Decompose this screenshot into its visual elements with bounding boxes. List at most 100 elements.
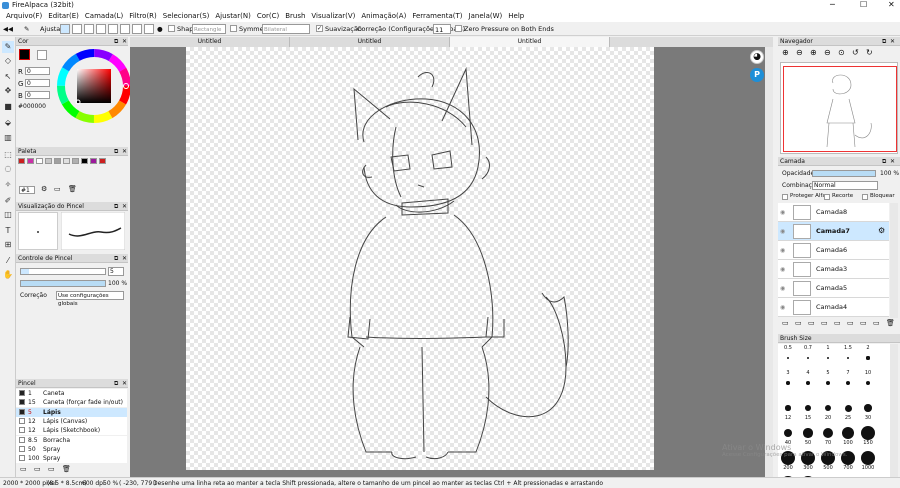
panel-close-icon[interactable]: ✕: [122, 254, 127, 263]
layer-folder-icon[interactable]: ▭: [821, 319, 828, 327]
zoom-fit-icon[interactable]: ⊕: [810, 48, 817, 57]
red-value-input[interactable]: 0: [25, 67, 50, 75]
palette-swatch[interactable]: [45, 158, 52, 164]
panel-close-icon[interactable]: ✕: [122, 147, 127, 156]
menu-item[interactable]: Brush: [285, 11, 305, 22]
panel-close-icon[interactable]: ✕: [122, 37, 127, 46]
layer-row[interactable]: ◉ Camada3: [778, 260, 889, 279]
document-tab[interactable]: Untitled: [130, 37, 290, 47]
close-icon[interactable]: ✕: [888, 0, 895, 9]
panel-close-icon[interactable]: ✕: [122, 379, 127, 388]
blue-value-input[interactable]: 0: [25, 91, 50, 99]
alpaca-icon[interactable]: ◕: [750, 50, 764, 64]
brush-size-slider[interactable]: [20, 268, 106, 275]
duplicate-brush-icon[interactable]: ▭: [34, 465, 41, 473]
brush-list-item[interactable]: 12 Lápis (Canvas): [16, 416, 127, 426]
palette-select[interactable]: #1: [19, 186, 35, 194]
clear-layer-icon[interactable]: ▭: [860, 319, 867, 327]
dock-icon[interactable]: ⧉: [114, 379, 118, 388]
layer-opacity-slider[interactable]: [812, 170, 876, 177]
brush-size-dot[interactable]: [785, 405, 791, 411]
brush-list-item[interactable]: 5 Lápis: [16, 407, 127, 417]
merge-down-icon[interactable]: ▭: [847, 319, 854, 327]
move-tool-icon[interactable]: ↖: [2, 71, 14, 83]
layer-row[interactable]: ◉ Camada8: [778, 203, 889, 222]
minimize-icon[interactable]: ─: [830, 0, 835, 9]
menu-item[interactable]: Animação(A): [361, 11, 406, 22]
zoom-out-icon[interactable]: ⊖: [796, 48, 803, 57]
gradient-tool-icon[interactable]: ▥: [2, 132, 14, 144]
new-1bit-layer-icon[interactable]: ▭: [808, 319, 815, 327]
lock-checkbox[interactable]: [862, 194, 868, 200]
menu-item[interactable]: Help: [508, 11, 524, 22]
brush-size-dot[interactable]: [845, 380, 851, 386]
panel-close-icon[interactable]: ✕: [122, 202, 127, 211]
brush-list-item[interactable]: 50 Spray: [16, 444, 127, 454]
brush-list-item[interactable]: 12 Lápis (Sketchbook): [16, 426, 127, 436]
navigator-preview[interactable]: [780, 62, 898, 154]
document-tab-active[interactable]: Untitled: [450, 37, 610, 47]
blend-mode-select[interactable]: Normal: [812, 181, 878, 190]
dock-icon[interactable]: ⧉: [114, 37, 118, 46]
stroke-mode-7[interactable]: [132, 24, 142, 34]
menu-item[interactable]: Editar(E): [48, 11, 79, 22]
zero-pressure-checkbox[interactable]: [455, 25, 462, 32]
brush-opacity-slider[interactable]: [20, 280, 106, 287]
delete-palette-icon[interactable]: 🗑: [68, 185, 77, 193]
menu-item[interactable]: Janela(W): [469, 11, 503, 22]
brush-correction-select[interactable]: Use configurações globais: [56, 291, 124, 307]
palette-swatch[interactable]: [18, 158, 25, 164]
eyedropper-tool-icon[interactable]: ⁄: [2, 255, 14, 267]
menu-item[interactable]: Selecionar(S): [163, 11, 210, 22]
eraser-tool-icon[interactable]: ◇: [2, 55, 14, 67]
magic-wand-tool-icon[interactable]: ✧: [2, 179, 14, 191]
palette-swatch[interactable]: [63, 158, 70, 164]
layer-row[interactable]: ◉ Camada4: [778, 298, 889, 317]
palette-swatch[interactable]: [81, 158, 88, 164]
zoom-in-icon[interactable]: ⊕: [782, 48, 789, 57]
dock-icon[interactable]: ⧉: [882, 157, 886, 166]
brush-size-dot[interactable]: [824, 404, 832, 412]
layer-row[interactable]: ◉ Camada5: [778, 279, 889, 298]
canvas-vertical-scrollbar[interactable]: [765, 47, 773, 477]
panel-close-icon[interactable]: ✕: [890, 37, 895, 46]
select-tool-icon[interactable]: ⬚: [2, 149, 14, 161]
brush-size-dot[interactable]: [826, 356, 830, 360]
stroke-mode-3[interactable]: [84, 24, 94, 34]
brush-size-dot[interactable]: [822, 427, 834, 439]
palette-swatch[interactable]: [72, 158, 79, 164]
bucket-tool-icon[interactable]: ⬙: [2, 117, 14, 129]
brush-size-dot[interactable]: [806, 381, 810, 385]
rotate-left-icon[interactable]: ↺: [852, 48, 859, 57]
new-layer-icon[interactable]: ▭: [782, 319, 789, 327]
layer-settings-icon[interactable]: ▭: [873, 319, 880, 327]
brush-size-dot[interactable]: [846, 356, 850, 360]
shape-select[interactable]: Rectangle: [192, 24, 226, 34]
brush-list-item[interactable]: 100 Spray: [16, 454, 127, 464]
divide-tool-icon[interactable]: ⊞: [2, 239, 14, 251]
menu-item[interactable]: Ajustar(N): [215, 11, 250, 22]
select-eraser-tool-icon[interactable]: ◫: [2, 209, 14, 221]
palette-settings-icon[interactable]: ⚙: [41, 185, 47, 193]
eye-icon[interactable]: ◉: [780, 285, 785, 292]
transform-tool-icon[interactable]: ✥: [2, 85, 14, 97]
pixiv-icon[interactable]: P: [750, 68, 764, 82]
rotate-reset-icon[interactable]: ⊙: [838, 48, 845, 57]
eye-icon[interactable]: ◉: [780, 247, 785, 254]
dock-icon[interactable]: ⧉: [882, 37, 886, 46]
new-8bit-layer-icon[interactable]: ▭: [795, 319, 802, 327]
stroke-mode-4[interactable]: [96, 24, 106, 34]
eye-icon[interactable]: ◉: [780, 266, 785, 273]
new-palette-icon[interactable]: ▭: [54, 185, 61, 193]
brush-size-dot[interactable]: [826, 381, 830, 385]
document-tab[interactable]: Untitled: [290, 37, 450, 47]
pen-tool-icon[interactable]: ✎: [2, 41, 14, 53]
stroke-mode-5[interactable]: [108, 24, 118, 34]
layer-row[interactable]: ◉ Camada6: [778, 241, 889, 260]
drawing-paper[interactable]: [186, 47, 654, 470]
green-value-input[interactable]: 0: [25, 79, 50, 87]
brush-size-dot[interactable]: [864, 404, 872, 412]
symmetry-select[interactable]: Bilateral: [262, 24, 310, 34]
dock-icon[interactable]: ⧉: [114, 202, 118, 211]
duplicate-layer-icon[interactable]: ▭: [834, 319, 841, 327]
